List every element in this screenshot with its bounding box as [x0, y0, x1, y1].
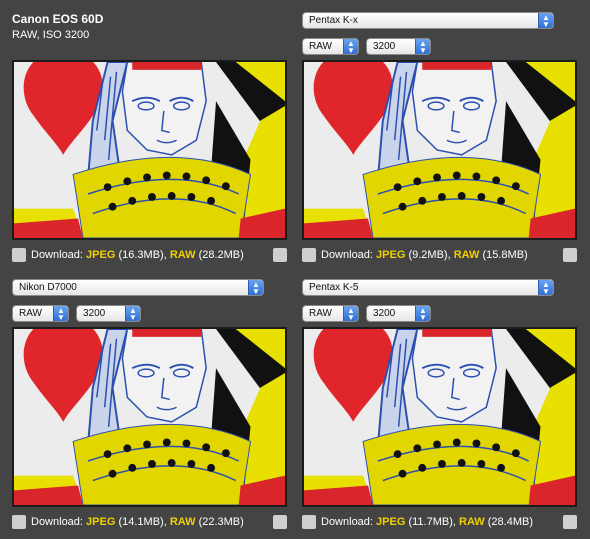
download-raw-link[interactable]: RAW — [454, 249, 480, 261]
camera-select[interactable]: Pentax K-5 ▲ ▼ — [302, 279, 554, 296]
chevron-updown-icon: ▲ ▼ — [343, 39, 358, 54]
chevron-updown-icon: ▲ ▼ — [53, 306, 68, 321]
sample-image[interactable] — [12, 60, 287, 240]
raw-size: (28.4MB) — [487, 516, 533, 528]
chevron-updown-icon: ▲ ▼ — [343, 306, 358, 321]
download-icon[interactable] — [302, 515, 316, 529]
raw-size: (15.8MB) — [482, 249, 528, 261]
download-raw-link[interactable]: RAW — [170, 516, 196, 528]
download-raw-link[interactable]: RAW — [459, 516, 485, 528]
camera-select[interactable]: Nikon D7000 ▲ ▼ — [12, 279, 264, 296]
download-icon[interactable] — [12, 515, 26, 529]
camera-select-value: Pentax K-5 — [309, 282, 359, 293]
format-select-value: RAW — [19, 308, 42, 319]
iso-select-value: 3200 — [373, 41, 396, 52]
download-label: Download: — [31, 249, 83, 261]
format-select-value: RAW — [309, 308, 332, 319]
gear-icon[interactable] — [563, 515, 577, 529]
download-label: Download: — [321, 516, 373, 528]
download-row: Download: JPEG (11.7MB), RAW (28.4MB) — [302, 514, 577, 532]
download-label: Download: — [31, 516, 83, 528]
camera-select[interactable]: Pentax K-x ▲ ▼ — [302, 12, 554, 29]
download-text: Download: JPEG (11.7MB), RAW (28.4MB) — [321, 516, 533, 528]
jpeg-size: (14.1MB), — [118, 516, 167, 528]
download-jpeg-link[interactable]: JPEG — [376, 249, 405, 261]
download-row: Download: JPEG (16.3MB), RAW (28.2MB) — [12, 247, 287, 265]
download-row: Download: JPEG (9.2MB), RAW (15.8MB) — [302, 247, 577, 265]
download-text: Download: JPEG (9.2MB), RAW (15.8MB) — [321, 249, 528, 261]
download-text: Download: JPEG (14.1MB), RAW (22.3MB) — [31, 516, 244, 528]
download-label: Download: — [321, 249, 373, 261]
format-select[interactable]: RAW ▲ ▼ — [302, 38, 359, 55]
iso-select[interactable]: 3200 ▲ ▼ — [76, 305, 141, 322]
camera-select-value: Pentax K-x — [309, 15, 358, 26]
jpeg-size: (11.7MB), — [408, 516, 456, 528]
iso-select[interactable]: 3200 ▲ ▼ — [366, 38, 431, 55]
format-select[interactable]: RAW ▲ ▼ — [302, 305, 359, 322]
format-select-value: RAW — [309, 41, 332, 52]
chevron-updown-icon: ▲ ▼ — [248, 280, 263, 295]
gear-icon[interactable] — [273, 515, 287, 529]
raw-size: (22.3MB) — [198, 516, 244, 528]
jpeg-size: (16.3MB), — [118, 249, 167, 261]
download-jpeg-link[interactable]: JPEG — [86, 516, 115, 528]
download-text: Download: JPEG (16.3MB), RAW (28.2MB) — [31, 249, 244, 261]
chevron-updown-icon: ▲ ▼ — [538, 280, 553, 295]
camera-select-value: Nikon D7000 — [19, 282, 77, 293]
download-icon[interactable] — [302, 248, 316, 262]
chevron-updown-icon: ▲ ▼ — [125, 306, 140, 321]
chevron-updown-icon: ▲ ▼ — [415, 306, 430, 321]
sample-image[interactable] — [302, 60, 577, 240]
download-jpeg-link[interactable]: JPEG — [376, 516, 405, 528]
camera-settings-text: RAW, ISO 3200 — [12, 29, 90, 41]
download-raw-link[interactable]: RAW — [170, 249, 196, 261]
download-icon[interactable] — [12, 248, 26, 262]
download-jpeg-link[interactable]: JPEG — [86, 249, 115, 261]
gear-icon[interactable] — [273, 248, 287, 262]
jpeg-size: (9.2MB), — [408, 249, 451, 261]
raw-size: (28.2MB) — [198, 249, 244, 261]
format-select[interactable]: RAW ▲ ▼ — [12, 305, 69, 322]
iso-select-value: 3200 — [373, 308, 396, 319]
download-row: Download: JPEG (14.1MB), RAW (22.3MB) — [12, 514, 287, 532]
sample-image[interactable] — [302, 327, 577, 507]
iso-select-value: 3200 — [83, 308, 106, 319]
camera-title: Canon EOS 60D — [12, 12, 104, 26]
iso-select[interactable]: 3200 ▲ ▼ — [366, 305, 431, 322]
chevron-updown-icon: ▲ ▼ — [415, 39, 430, 54]
chevron-updown-icon: ▲ ▼ — [538, 13, 553, 28]
gear-icon[interactable] — [563, 248, 577, 262]
sample-image[interactable] — [12, 327, 287, 507]
